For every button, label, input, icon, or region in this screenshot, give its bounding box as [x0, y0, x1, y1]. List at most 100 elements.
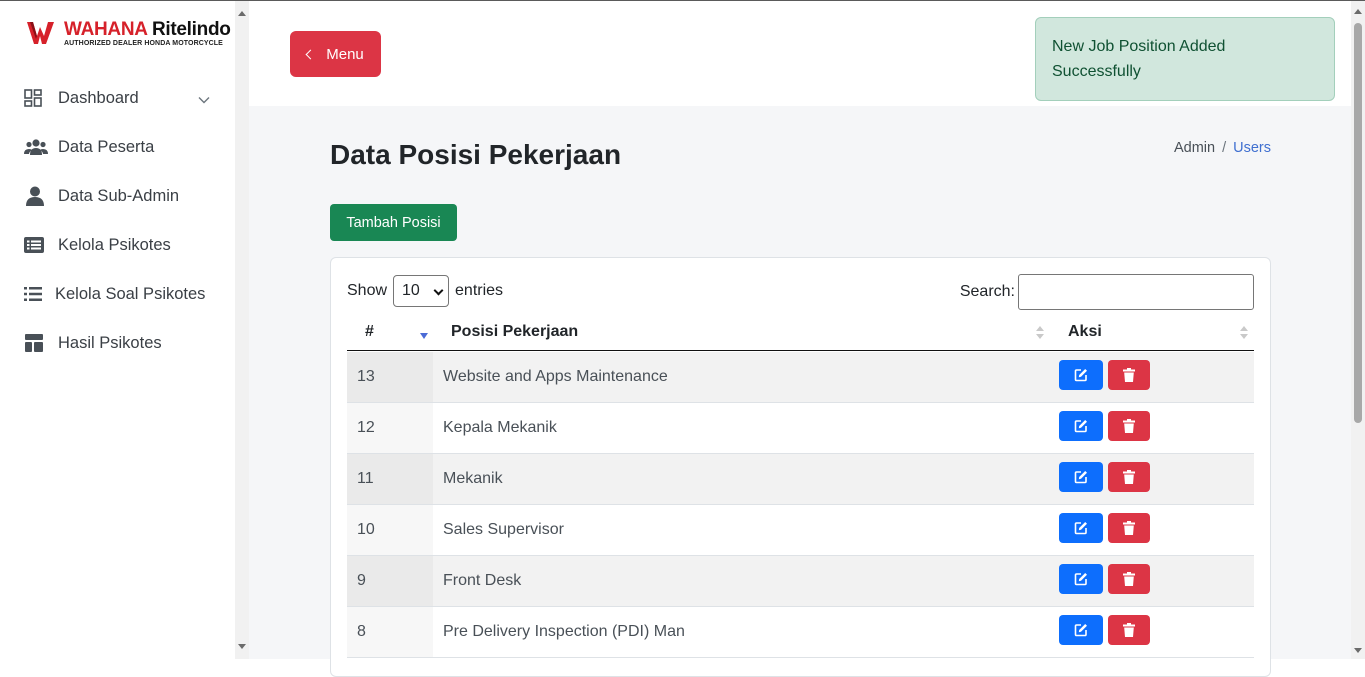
- length-prefix: Show: [347, 282, 388, 299]
- row-position-name: Mekanik: [443, 470, 503, 487]
- edit-button[interactable]: [1059, 615, 1103, 645]
- trash-icon: [1123, 368, 1135, 382]
- trash-icon: [1123, 470, 1135, 484]
- table-row: 12 Kepala Mekanik: [347, 403, 1254, 454]
- scrollbar-thumb[interactable]: [1354, 23, 1362, 423]
- column-header-position[interactable]: Posisi Pekerjaan: [451, 323, 578, 341]
- sort-icon: [1036, 326, 1044, 340]
- brand-name: WAHANA Ritelindo: [64, 19, 231, 40]
- sidebar-scrollbar[interactable]: [235, 1, 249, 659]
- table-search: Search:: [960, 274, 1254, 310]
- search-label: Search:: [959, 283, 1015, 300]
- row-number: 8: [357, 623, 366, 640]
- breadcrumb-root[interactable]: Admin: [1174, 140, 1215, 156]
- sidebar-item-label: Hasil Psikotes: [58, 333, 162, 352]
- delete-button[interactable]: [1108, 564, 1150, 594]
- delete-button[interactable]: [1108, 411, 1150, 441]
- user-icon: [24, 186, 48, 206]
- sidebar-item-dashboard[interactable]: Dashboard: [24, 83, 224, 113]
- row-position-name: Website and Apps Maintenance: [443, 368, 668, 385]
- breadcrumb-separator: /: [1222, 140, 1227, 156]
- delete-button[interactable]: [1108, 462, 1150, 492]
- row-number: 9: [357, 572, 366, 589]
- entries-select[interactable]: 10: [393, 275, 450, 307]
- delete-button[interactable]: [1108, 513, 1150, 543]
- table-row: 8 Pre Delivery Inspection (PDI) Man: [347, 607, 1254, 658]
- trash-icon: [1123, 623, 1135, 637]
- scroll-up-arrow-icon[interactable]: [1354, 9, 1362, 14]
- edit-icon: [1074, 624, 1087, 637]
- chevron-down-icon: [433, 285, 444, 296]
- sidebar-item-kelola-psikotes[interactable]: Kelola Psikotes: [24, 230, 224, 260]
- sort-icon: [1240, 326, 1248, 340]
- menu-button-label: Menu: [326, 45, 364, 63]
- sidebar-item-label: Dashboard: [58, 88, 139, 107]
- row-number: 12: [357, 419, 375, 436]
- sidebar-item-label: Kelola Psikotes: [58, 235, 171, 254]
- table-row: 11 Mekanik: [347, 454, 1254, 505]
- chevron-down-icon: [198, 91, 210, 109]
- edit-button[interactable]: [1059, 462, 1103, 492]
- entries-select-value: 10: [402, 282, 420, 299]
- row-position-name: Front Desk: [443, 572, 522, 589]
- edit-icon: [1074, 522, 1087, 535]
- trash-icon: [1123, 521, 1135, 535]
- sidebar-item-data-sub-admin[interactable]: Data Sub-Admin: [24, 181, 224, 211]
- edit-button[interactable]: [1059, 360, 1103, 390]
- sidebar-item-data-peserta[interactable]: Data Peserta: [24, 132, 224, 162]
- edit-icon: [1074, 471, 1087, 484]
- scroll-up-arrow-icon[interactable]: [238, 11, 246, 16]
- chevron-left-icon: [305, 49, 316, 59]
- scroll-down-arrow-icon[interactable]: [238, 644, 246, 649]
- users-icon: [24, 137, 48, 157]
- success-alert: New Job Position Added Successfully: [1035, 17, 1335, 101]
- delete-button[interactable]: [1108, 360, 1150, 390]
- edit-icon: [1074, 369, 1087, 382]
- edit-icon: [1074, 573, 1087, 586]
- row-number: 11: [357, 470, 374, 487]
- table-row: 13 Website and Apps Maintenance: [347, 352, 1254, 403]
- row-position-name: Pre Delivery Inspection (PDI) Man: [443, 623, 685, 640]
- trash-icon: [1123, 572, 1135, 586]
- table-row: 9 Front Desk: [347, 556, 1254, 607]
- row-position-name: Sales Supervisor: [443, 521, 564, 538]
- layout-icon: [24, 333, 48, 353]
- row-number: 13: [357, 368, 375, 385]
- brand-logo[interactable]: WAHANA Ritelindo AUTHORIZED DEALER HONDA…: [27, 19, 231, 49]
- column-header-actions[interactable]: Aksi: [1068, 323, 1102, 341]
- trash-icon: [1123, 419, 1135, 433]
- scroll-down-arrow-icon[interactable]: [1354, 648, 1362, 653]
- positions-table-card: Show 10 entries Search: # Posisi Pekerja…: [330, 257, 1271, 677]
- sidebar-item-kelola-soal-psikotes[interactable]: Kelola Soal Psikotes: [24, 279, 224, 309]
- breadcrumb: Admin / Users: [1174, 140, 1271, 156]
- topbar: Menu New Job Position Added Successfully: [249, 1, 1351, 106]
- list-icon: [24, 284, 48, 304]
- list-alt-icon: [24, 235, 48, 255]
- entries-length-control: Show 10 entries: [347, 275, 503, 307]
- delete-button[interactable]: [1108, 615, 1150, 645]
- row-number: 10: [357, 521, 375, 538]
- sidebar: WAHANA Ritelindo AUTHORIZED DEALER HONDA…: [0, 1, 235, 659]
- sidebar-item-label: Data Sub-Admin: [58, 186, 180, 205]
- menu-button[interactable]: Menu: [290, 31, 381, 77]
- search-input[interactable]: [1018, 274, 1254, 310]
- page-title: Data Posisi Pekerjaan: [330, 139, 622, 170]
- row-position-name: Kepala Mekanik: [443, 419, 557, 436]
- edit-button[interactable]: [1059, 411, 1103, 441]
- sidebar-item-hasil-psikotes[interactable]: Hasil Psikotes: [24, 328, 224, 358]
- sort-desc-icon: [420, 333, 428, 339]
- edit-button[interactable]: [1059, 564, 1103, 594]
- table-header: # Posisi Pekerjaan Aksi: [347, 314, 1254, 351]
- table-row: 10 Sales Supervisor: [347, 505, 1254, 556]
- column-header-number[interactable]: #: [365, 323, 374, 341]
- length-suffix: entries: [455, 282, 504, 299]
- add-position-button[interactable]: Tambah Posisi: [330, 204, 457, 241]
- main-content: Data Posisi Pekerjaan Admin / Users Tambah…: [249, 106, 1351, 677]
- page-scrollbar[interactable]: [1351, 1, 1365, 659]
- breadcrumb-current[interactable]: Users: [1233, 140, 1271, 156]
- edit-icon: [1074, 420, 1087, 433]
- wahana-logo-icon: [27, 22, 54, 44]
- sidebar-item-label: Data Peserta: [58, 137, 155, 156]
- edit-button[interactable]: [1059, 513, 1103, 543]
- sidebar-item-label: Kelola Soal Psikotes: [55, 284, 206, 303]
